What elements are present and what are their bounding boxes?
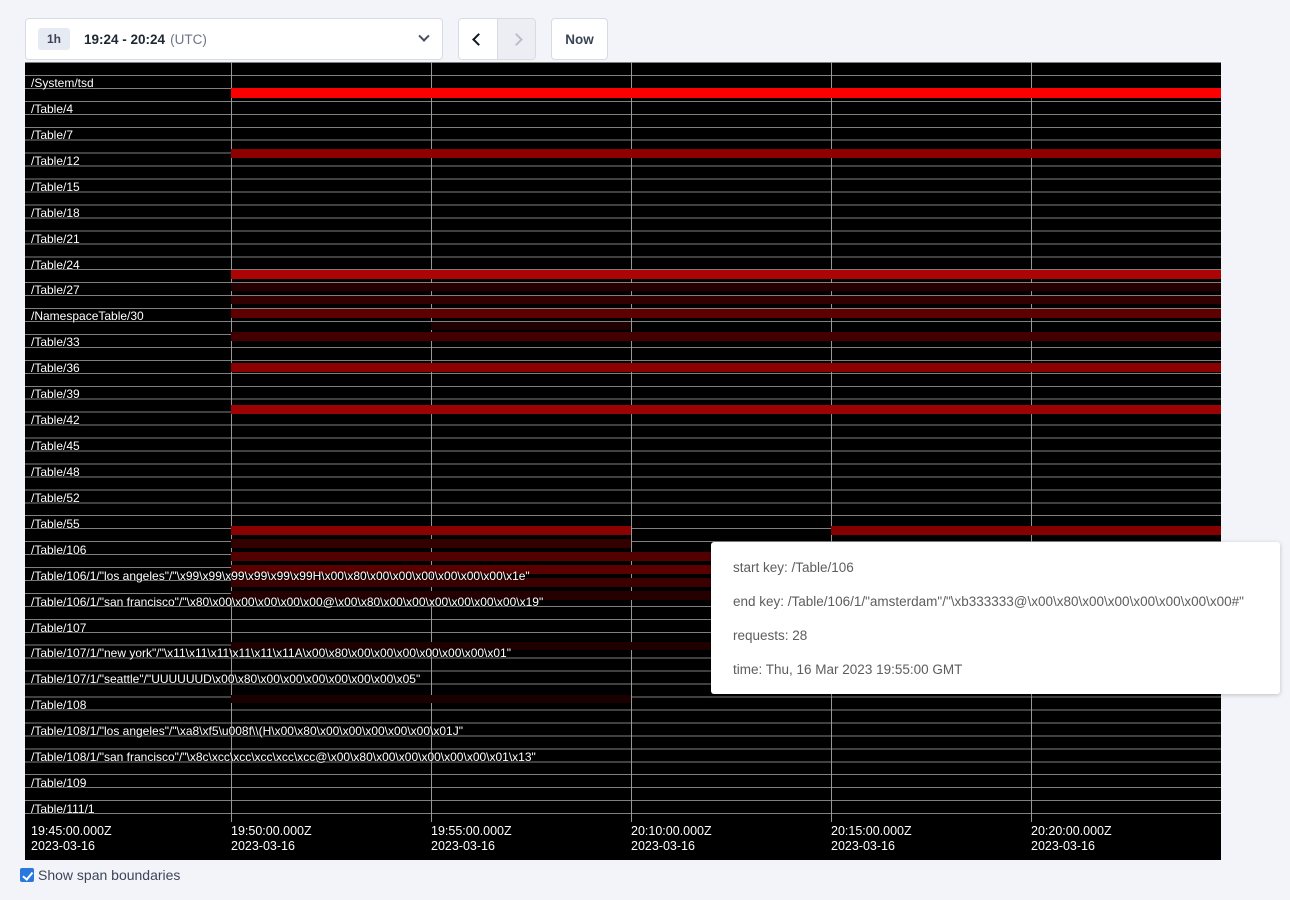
prev-interval-button[interactable] [459, 19, 497, 59]
row-label: /Table/33 [31, 335, 80, 349]
row-label: /Table/106/1/"los angeles"/"\x99\x99\x99… [31, 569, 530, 583]
heat-band[interactable] [231, 270, 1221, 279]
toolbar: 1h 19:24 - 20:24 (UTC) Now [25, 18, 608, 60]
row-label: /Table/108 [31, 698, 86, 712]
x-axis-tick: 19:45:00.000Z2023-03-16 [31, 824, 112, 854]
row-label: /Table/45 [31, 439, 80, 453]
duration-badge: 1h [38, 28, 70, 50]
tooltip-line: start key: /Table/106 [733, 558, 1280, 578]
row-label: /Table/4 [31, 102, 73, 116]
now-button[interactable]: Now [551, 18, 608, 60]
heat-band[interactable] [231, 539, 631, 548]
row-label: /Table/111/1 [31, 802, 95, 816]
heat-band[interactable] [831, 526, 1221, 535]
chevron-left-icon [472, 33, 485, 46]
x-axis-tick: 20:10:00.000Z2023-03-16 [631, 824, 712, 854]
heat-band[interactable] [231, 149, 1221, 158]
span-boundaries-checkbox[interactable] [20, 868, 34, 882]
heat-band[interactable] [431, 322, 631, 330]
chevron-right-icon [510, 33, 523, 46]
x-gridline [1031, 62, 1032, 822]
chevron-down-icon [418, 31, 429, 42]
x-axis-tick: 19:55:00.000Z2023-03-16 [431, 824, 512, 854]
x-axis-tick: 20:20:00.000Z2023-03-16 [1031, 824, 1112, 854]
row-label: /Table/15 [31, 180, 80, 194]
row-label: /Table/27 [31, 283, 80, 297]
x-gridline [631, 62, 632, 822]
x-gridline [831, 62, 832, 822]
heat-band[interactable] [231, 695, 631, 703]
next-interval-button[interactable] [497, 19, 535, 59]
heat-band[interactable] [231, 88, 1221, 98]
row-label: /Table/107 [31, 621, 86, 635]
time-range-text: 19:24 - 20:24 [84, 32, 165, 47]
row-label: /Table/106 [31, 543, 86, 557]
row-label: /Table/18 [31, 206, 80, 220]
heatmap-plot-area[interactable]: /System/tsd/Table/4/Table/7/Table/12/Tab… [25, 62, 1221, 822]
row-label: /Table/12 [31, 154, 80, 168]
row-label: /Table/24 [31, 258, 80, 272]
heat-band[interactable] [231, 296, 1221, 304]
heat-band[interactable] [231, 405, 1221, 414]
row-label: /Table/107/1/"seattle"/"UUUUUUD\x00\x80\… [31, 672, 420, 686]
tooltip-line: end key: /Table/106/1/"amsterdam"/"\xb33… [733, 592, 1280, 612]
row-label: /Table/108/1/"san francisco"/"\x8c\xcc\x… [31, 750, 536, 764]
time-nav-group [458, 18, 536, 60]
x-gridline [431, 62, 432, 822]
heat-band[interactable] [231, 309, 1221, 318]
tooltip-line: time: Thu, 16 Mar 2023 19:55:00 GMT [733, 660, 1280, 680]
hover-tooltip: start key: /Table/106 end key: /Table/106… [711, 542, 1280, 694]
heat-band[interactable] [231, 552, 711, 561]
heat-band[interactable] [231, 526, 631, 535]
tooltip-line: requests: 28 [733, 626, 1280, 646]
footer-controls: Show span boundaries [20, 867, 180, 883]
x-axis-tick: 20:15:00.000Z2023-03-16 [831, 824, 912, 854]
x-axis-tick: 19:50:00.000Z2023-03-16 [231, 824, 312, 854]
heat-band[interactable] [231, 283, 1221, 291]
row-label: /Table/21 [31, 232, 80, 246]
row-label: /Table/106/1/"san francisco"/"\x80\x00\x… [31, 595, 543, 609]
row-label: /System/tsd [31, 76, 94, 90]
key-visualizer-page: 1h 19:24 - 20:24 (UTC) Now /System/tsd/T… [0, 0, 1290, 900]
row-label: /Table/55 [31, 517, 80, 531]
heat-band[interactable] [231, 363, 1221, 372]
row-label: /Table/108/1/"los angeles"/"\xa8\xf5\u00… [31, 724, 463, 738]
row-label: /NamespaceTable/30 [31, 309, 144, 323]
row-label: /Table/36 [31, 361, 80, 375]
row-label: /Table/39 [31, 387, 80, 401]
x-axis: 19:45:00.000Z2023-03-16 19:50:00.000Z2023… [25, 822, 1221, 860]
timezone-label: (UTC) [170, 32, 207, 47]
time-range-selector[interactable]: 1h 19:24 - 20:24 (UTC) [25, 18, 443, 60]
key-visualizer-canvas[interactable]: /System/tsd/Table/4/Table/7/Table/12/Tab… [25, 62, 1221, 860]
row-label: /Table/109 [31, 776, 86, 790]
heat-band[interactable] [231, 332, 1221, 341]
row-label: /Table/42 [31, 413, 80, 427]
row-label: /Table/7 [31, 128, 73, 142]
row-label: /Table/48 [31, 465, 80, 479]
x-gridline [231, 62, 232, 822]
span-boundaries-label: Show span boundaries [38, 867, 180, 883]
row-label: /Table/52 [31, 491, 80, 505]
row-label: /Table/107/1/"new york"/"\x11\x11\x11\x1… [31, 646, 511, 660]
